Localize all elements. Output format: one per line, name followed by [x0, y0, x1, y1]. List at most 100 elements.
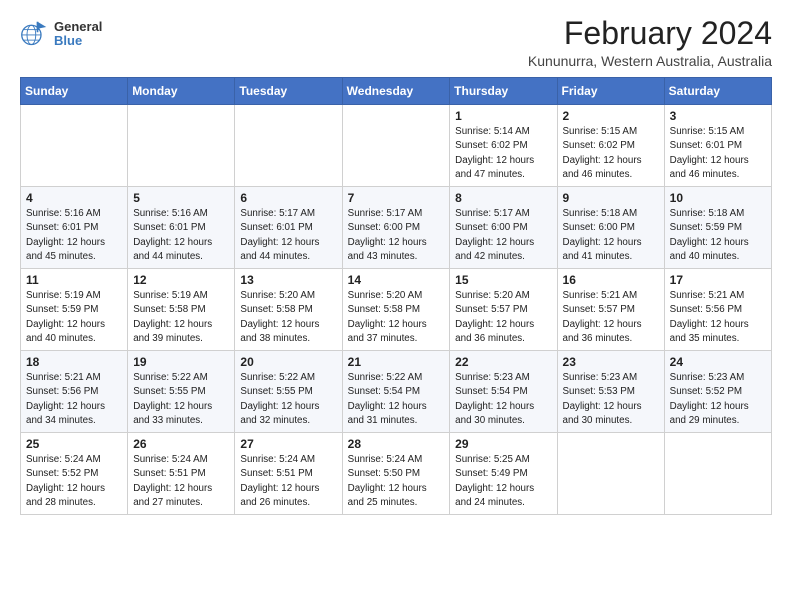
month-title: February 2024: [528, 16, 772, 51]
weekday-header-friday: Friday: [557, 78, 664, 105]
day-number: 15: [455, 273, 551, 287]
day-number: 18: [26, 355, 122, 369]
calendar-cell: 14 Sunrise: 5:20 AM Sunset: 5:58 PM Dayli…: [342, 269, 450, 351]
week-row-1: 1 Sunrise: 5:14 AM Sunset: 6:02 PM Daylig…: [21, 105, 772, 187]
day-info: Sunrise: 5:17 AM Sunset: 6:01 PM Dayligh…: [240, 207, 336, 264]
logo-icon: [20, 20, 48, 48]
week-row-4: 18Sunrise: 5:21 AM Sunset: 5:56 PM Dayli…: [21, 351, 772, 433]
day-number: 3: [670, 109, 766, 123]
day-number: 12: [133, 273, 229, 287]
day-info: Sunrise: 5:17 AM Sunset: 6:00 PM Dayligh…: [455, 207, 551, 264]
day-number: 10: [670, 191, 766, 205]
calendar-cell: 23 Sunrise: 5:23 AM Sunset: 5:53 PM Dayli…: [557, 351, 664, 433]
calendar-cell: 10 Sunrise: 5:18 AM Sunset: 5:59 PM Dayli…: [664, 187, 771, 269]
weekday-header-saturday: Saturday: [664, 78, 771, 105]
calendar-header: SundayMondayTuesdayWednesdayThursdayFrid…: [21, 78, 772, 105]
day-info: Sunrise: 5:23 AM Sunset: 5:52 PM Dayligh…: [670, 371, 766, 428]
calendar-cell: 7 Sunrise: 5:17 AM Sunset: 6:00 PM Daylig…: [342, 187, 450, 269]
day-info: Sunrise: 5:15 AM Sunset: 6:01 PM Dayligh…: [670, 125, 766, 182]
day-number: 6: [240, 191, 336, 205]
calendar-cell: 2 Sunrise: 5:15 AM Sunset: 6:02 PM Daylig…: [557, 105, 664, 187]
day-number: 2: [563, 109, 659, 123]
day-info: Sunrise: 5:18 AM Sunset: 6:00 PM Dayligh…: [563, 207, 659, 264]
calendar-cell: 20 Sunrise: 5:22 AM Sunset: 5:55 PM Dayli…: [235, 351, 342, 433]
day-number: 29: [455, 437, 551, 451]
day-info: Sunrise: 5:21 AM Sunset: 5:56 PM Dayligh…: [670, 289, 766, 346]
calendar-cell: 3 Sunrise: 5:15 AM Sunset: 6:01 PM Daylig…: [664, 105, 771, 187]
calendar-cell: 11 Sunrise: 5:19 AM Sunset: 5:59 PM Dayli…: [21, 269, 128, 351]
calendar-cell: 17Sunrise: 5:21 AM Sunset: 5:56 PM Dayli…: [664, 269, 771, 351]
day-info: Sunrise: 5:18 AM Sunset: 5:59 PM Dayligh…: [670, 207, 766, 264]
calendar-cell: 12 Sunrise: 5:19 AM Sunset: 5:58 PM Dayli…: [128, 269, 235, 351]
day-info: Sunrise: 5:23 AM Sunset: 5:53 PM Dayligh…: [563, 371, 659, 428]
day-info: Sunrise: 5:21 AM Sunset: 5:57 PM Dayligh…: [563, 289, 659, 346]
calendar-cell: 8Sunrise: 5:17 AM Sunset: 6:00 PM Daylig…: [450, 187, 557, 269]
day-info: Sunrise: 5:25 AM Sunset: 5:49 PM Dayligh…: [455, 453, 551, 510]
day-number: 21: [348, 355, 445, 369]
day-number: 11: [26, 273, 122, 287]
day-number: 19: [133, 355, 229, 369]
calendar-cell: [128, 105, 235, 187]
calendar-cell: [21, 105, 128, 187]
day-info: Sunrise: 5:23 AM Sunset: 5:54 PM Dayligh…: [455, 371, 551, 428]
day-info: Sunrise: 5:14 AM Sunset: 6:02 PM Dayligh…: [455, 125, 551, 182]
logo-line2: Blue: [54, 34, 102, 48]
calendar-cell: 15 Sunrise: 5:20 AM Sunset: 5:57 PM Dayli…: [450, 269, 557, 351]
calendar-cell: 1 Sunrise: 5:14 AM Sunset: 6:02 PM Daylig…: [450, 105, 557, 187]
day-number: 4: [26, 191, 122, 205]
location-subtitle: Kununurra, Western Australia, Australia: [528, 53, 772, 69]
day-number: 16: [563, 273, 659, 287]
day-info: Sunrise: 5:19 AM Sunset: 5:58 PM Dayligh…: [133, 289, 229, 346]
day-info: Sunrise: 5:20 AM Sunset: 5:58 PM Dayligh…: [240, 289, 336, 346]
day-number: 25: [26, 437, 122, 451]
calendar-cell: 28Sunrise: 5:24 AM Sunset: 5:50 PM Dayli…: [342, 433, 450, 515]
calendar-cell: [342, 105, 450, 187]
day-number: 24: [670, 355, 766, 369]
day-info: Sunrise: 5:15 AM Sunset: 6:02 PM Dayligh…: [563, 125, 659, 182]
calendar-cell: 18Sunrise: 5:21 AM Sunset: 5:56 PM Dayli…: [21, 351, 128, 433]
calendar-cell: 21 Sunrise: 5:22 AM Sunset: 5:54 PM Dayli…: [342, 351, 450, 433]
calendar-cell: [664, 433, 771, 515]
calendar-table: SundayMondayTuesdayWednesdayThursdayFrid…: [20, 77, 772, 515]
day-number: 23: [563, 355, 659, 369]
calendar-cell: 29 Sunrise: 5:25 AM Sunset: 5:49 PM Dayli…: [450, 433, 557, 515]
day-number: 1: [455, 109, 551, 123]
calendar-cell: 27 Sunrise: 5:24 AM Sunset: 5:51 PM Dayli…: [235, 433, 342, 515]
day-info: Sunrise: 5:24 AM Sunset: 5:52 PM Dayligh…: [26, 453, 122, 510]
calendar-cell: 24 Sunrise: 5:23 AM Sunset: 5:52 PM Dayli…: [664, 351, 771, 433]
calendar-cell: 26Sunrise: 5:24 AM Sunset: 5:51 PM Dayli…: [128, 433, 235, 515]
week-row-2: 4 Sunrise: 5:16 AM Sunset: 6:01 PM Daylig…: [21, 187, 772, 269]
day-info: Sunrise: 5:17 AM Sunset: 6:00 PM Dayligh…: [348, 207, 445, 264]
day-info: Sunrise: 5:24 AM Sunset: 5:51 PM Dayligh…: [240, 453, 336, 510]
day-number: 22: [455, 355, 551, 369]
day-info: Sunrise: 5:20 AM Sunset: 5:58 PM Dayligh…: [348, 289, 445, 346]
weekday-header-monday: Monday: [128, 78, 235, 105]
day-info: Sunrise: 5:20 AM Sunset: 5:57 PM Dayligh…: [455, 289, 551, 346]
day-info: Sunrise: 5:19 AM Sunset: 5:59 PM Dayligh…: [26, 289, 122, 346]
day-number: 20: [240, 355, 336, 369]
weekday-header-sunday: Sunday: [21, 78, 128, 105]
weekday-header-tuesday: Tuesday: [235, 78, 342, 105]
weekday-header-wednesday: Wednesday: [342, 78, 450, 105]
calendar-cell: 4 Sunrise: 5:16 AM Sunset: 6:01 PM Daylig…: [21, 187, 128, 269]
day-number: 14: [348, 273, 445, 287]
logo: General Blue: [20, 20, 102, 49]
day-number: 27: [240, 437, 336, 451]
calendar-cell: 22 Sunrise: 5:23 AM Sunset: 5:54 PM Dayli…: [450, 351, 557, 433]
calendar-cell: 16 Sunrise: 5:21 AM Sunset: 5:57 PM Dayli…: [557, 269, 664, 351]
day-info: Sunrise: 5:22 AM Sunset: 5:54 PM Dayligh…: [348, 371, 445, 428]
page-header: General Blue February 2024 Kununurra, We…: [20, 16, 772, 69]
calendar-cell: 6 Sunrise: 5:17 AM Sunset: 6:01 PM Daylig…: [235, 187, 342, 269]
title-block: February 2024 Kununurra, Western Austral…: [528, 16, 772, 69]
calendar-cell: 25 Sunrise: 5:24 AM Sunset: 5:52 PM Dayli…: [21, 433, 128, 515]
calendar-cell: [235, 105, 342, 187]
week-row-5: 25 Sunrise: 5:24 AM Sunset: 5:52 PM Dayli…: [21, 433, 772, 515]
day-number: 5: [133, 191, 229, 205]
day-number: 7: [348, 191, 445, 205]
day-info: Sunrise: 5:16 AM Sunset: 6:01 PM Dayligh…: [26, 207, 122, 264]
day-number: 13: [240, 273, 336, 287]
day-info: Sunrise: 5:22 AM Sunset: 5:55 PM Dayligh…: [133, 371, 229, 428]
day-info: Sunrise: 5:22 AM Sunset: 5:55 PM Dayligh…: [240, 371, 336, 428]
calendar-cell: 5Sunrise: 5:16 AM Sunset: 6:01 PM Daylig…: [128, 187, 235, 269]
day-info: Sunrise: 5:24 AM Sunset: 5:51 PM Dayligh…: [133, 453, 229, 510]
